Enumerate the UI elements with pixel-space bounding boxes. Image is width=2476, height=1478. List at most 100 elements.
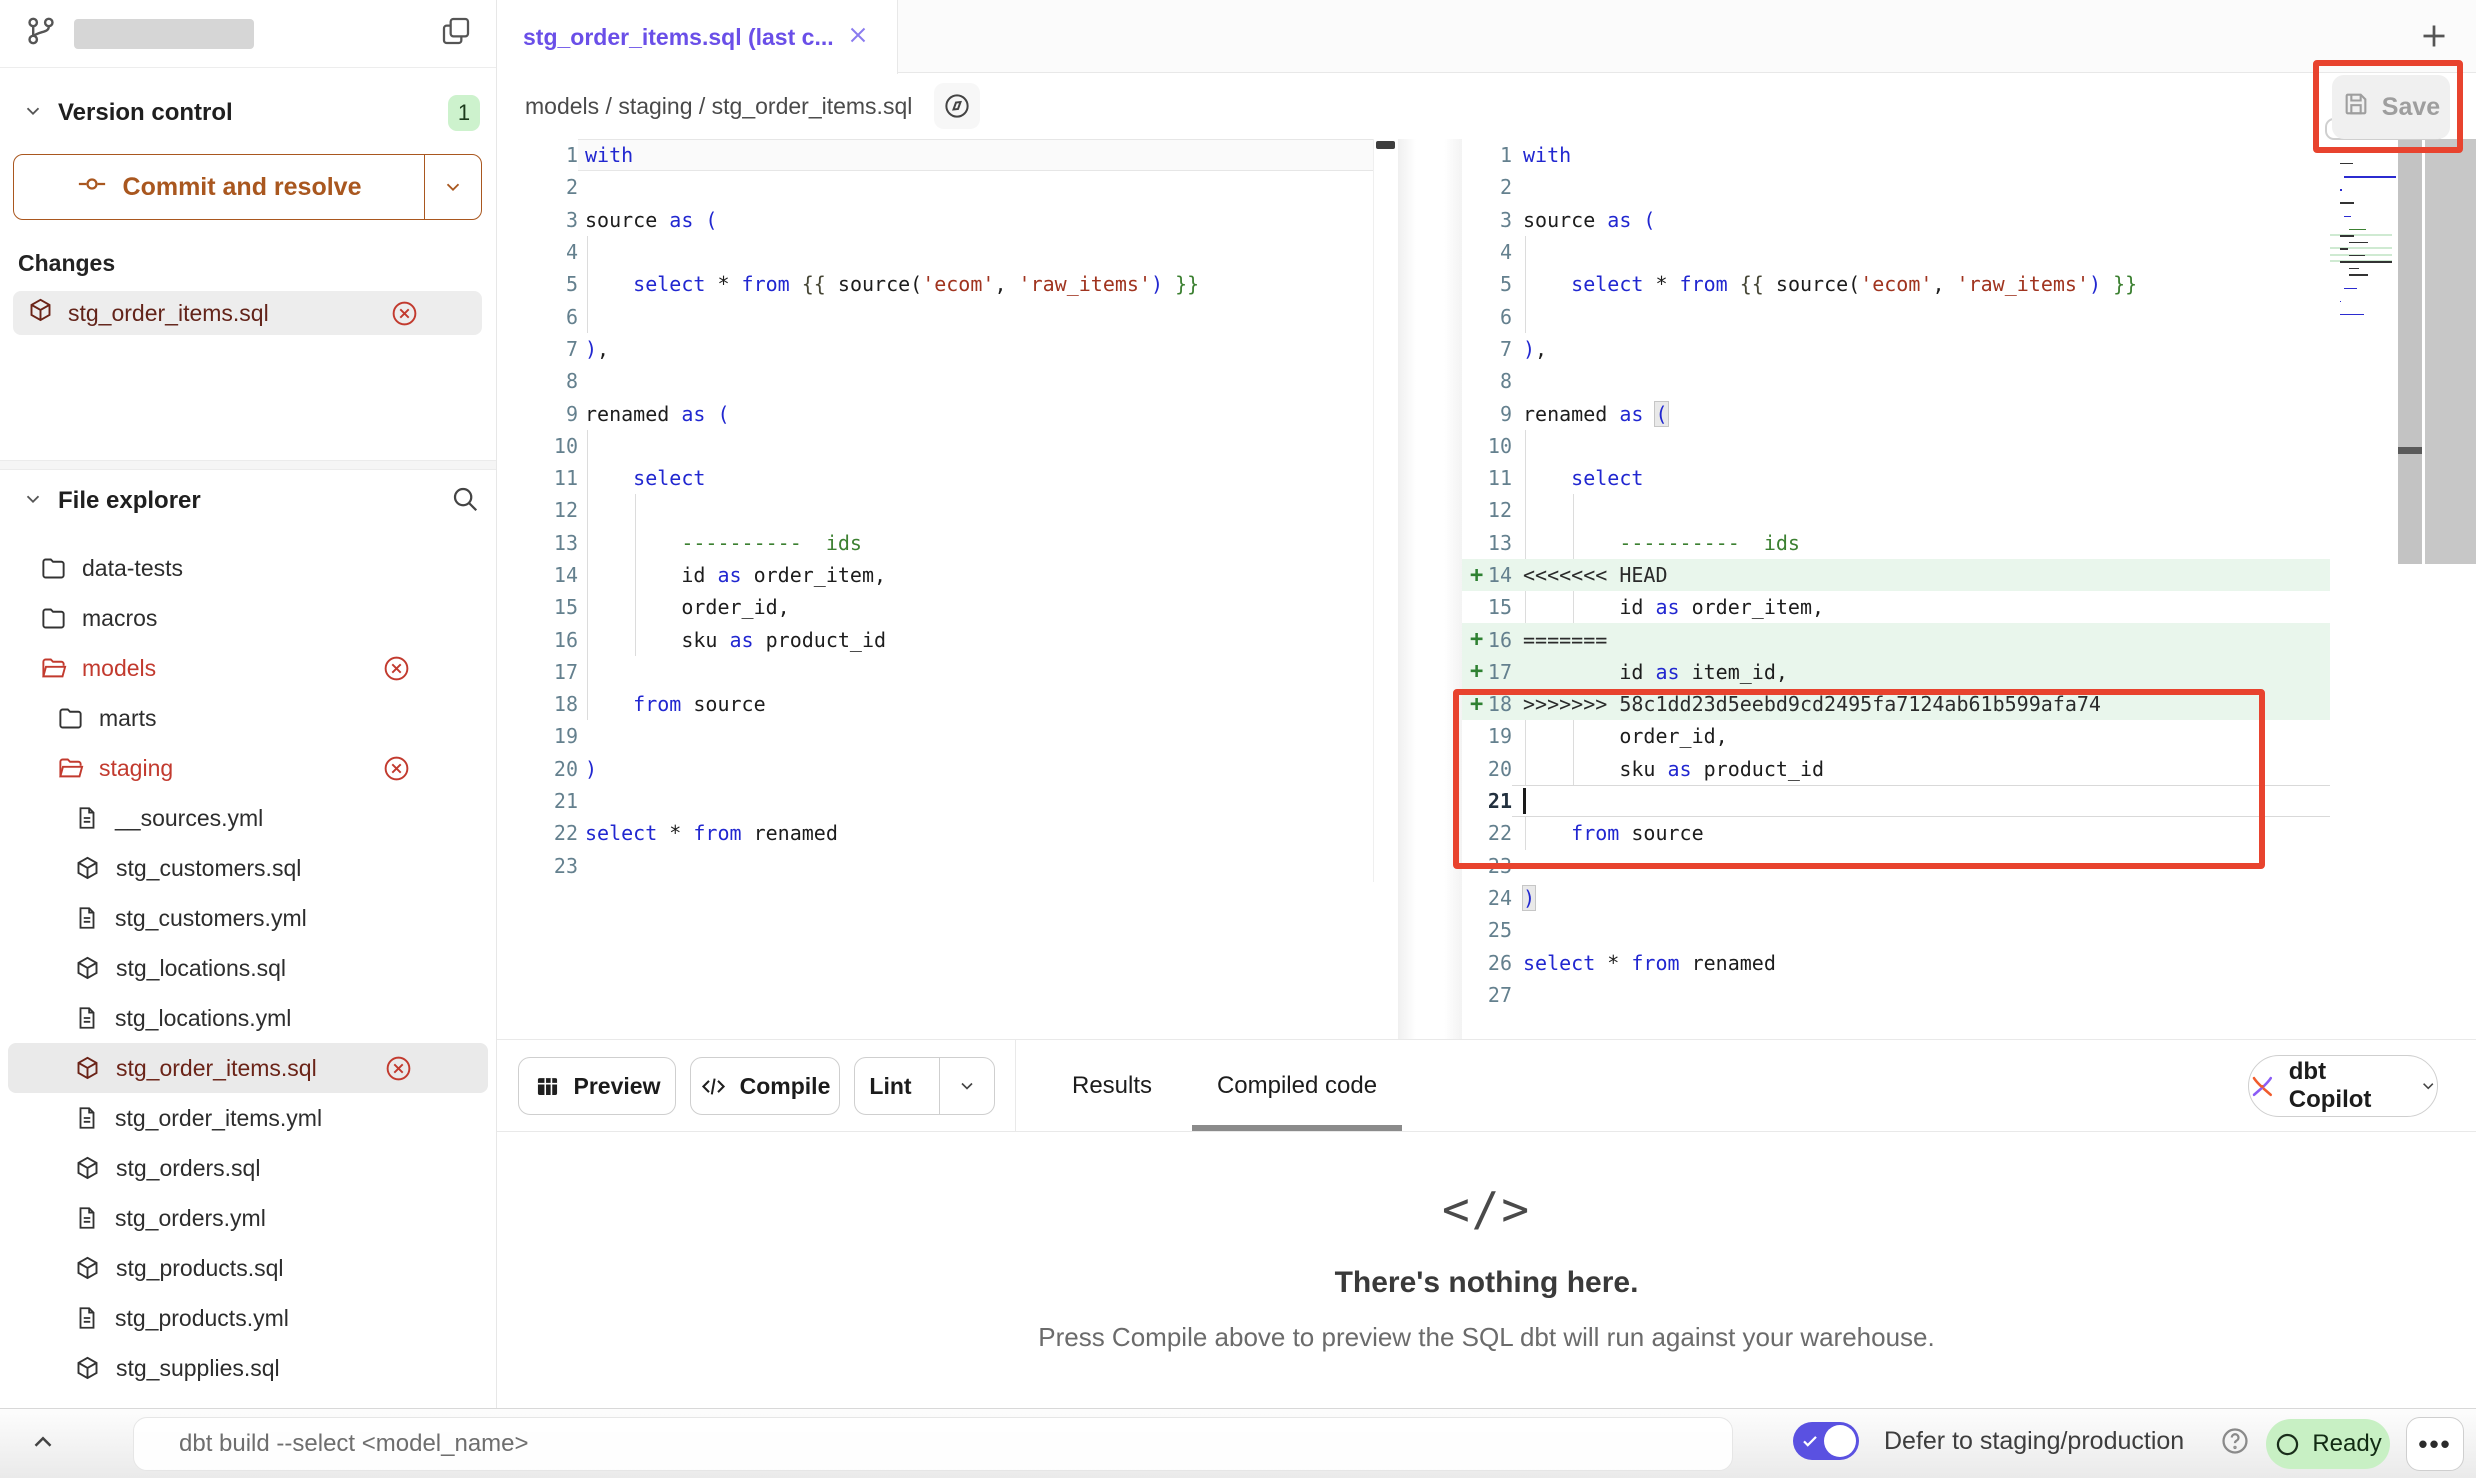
code-line-19[interactable]: 19 order_id, [1462,720,2330,752]
code-line-7[interactable]: 7), [497,333,1373,365]
file-tree-item-stg-customers-sql[interactable]: stg_customers.sql [0,843,496,893]
file-tree-item-stg-order-items-sql[interactable]: stg_order_items.sql [8,1043,488,1093]
code-line-9[interactable]: 9renamed as ( [497,397,1373,429]
file-tree-item-staging[interactable]: staging [0,743,496,793]
scrollbar-thumb[interactable] [1376,141,1395,149]
editor-pane-current[interactable]: 1with23source as (45 select * from {{ so… [1462,139,2330,1011]
code-line-6[interactable]: 6 [1462,300,2330,332]
code-line-21[interactable]: 21 [1462,785,2330,817]
code-line-20[interactable]: 20 sku as product_id [1462,753,2330,785]
code-line-11[interactable]: 11 select [497,462,1373,494]
file-tree-item-macros[interactable]: macros [0,593,496,643]
file-tree-item-stg-orders-yml[interactable]: stg_orders.yml [0,1193,496,1243]
version-control-header[interactable]: Version control 1 [22,90,480,136]
copy-icon[interactable] [440,15,472,52]
dbt-copilot-button[interactable]: dbt Copilot [2248,1055,2438,1117]
tab-stg-order-items[interactable]: stg_order_items.sql (last c... [497,0,898,74]
code-line-18[interactable]: 18 from source [497,688,1373,720]
discard-change-icon[interactable] [384,1054,413,1089]
code-line-13[interactable]: 13 ---------- ids [497,527,1373,559]
code-line-14[interactable]: 14 id as order_item, [497,559,1373,591]
discard-change-icon[interactable] [382,754,411,789]
code-line-3[interactable]: 3source as ( [497,204,1373,236]
minimap[interactable] [2330,139,2395,1039]
file-tree-item-marts[interactable]: marts [0,693,496,743]
code-line-6[interactable]: 6 [497,300,1373,332]
file-tree-item-stg-locations-yml[interactable]: stg_locations.yml [0,993,496,1043]
code-line-10[interactable]: 10 [1462,430,2330,462]
code-line-25[interactable]: 25 [1462,914,2330,946]
file-tree-item-stg-orders-sql[interactable]: stg_orders.sql [0,1143,496,1193]
file-tree-item-stg-customers-yml[interactable]: stg_customers.yml [0,893,496,943]
code-line-15[interactable]: 15 order_id, [497,591,1373,623]
code-line-27[interactable]: 27 [1462,979,2330,1011]
code-line-3[interactable]: 3source as ( [1462,204,2330,236]
file-tree-item--sources-yml[interactable]: __sources.yml [0,793,496,843]
code-line-16[interactable]: +16======= [1462,623,2330,655]
code-line-17[interactable]: +17 id as item_id, [1462,656,2330,688]
code-line-18[interactable]: +18>>>>>>> 58c1dd23d5eebd9cd2495fa7124ab… [1462,688,2330,720]
code-line-7[interactable]: 7), [1462,333,2330,365]
code-line-5[interactable]: 5 select * from {{ source('ecom', 'raw_i… [1462,268,2330,300]
code-line-11[interactable]: 11 select [1462,462,2330,494]
code-line-22[interactable]: 22 from source [1462,817,2330,849]
code-line-23[interactable]: 23 [1462,850,2330,882]
commit-dropdown-button[interactable] [424,155,481,219]
code-line-22[interactable]: 22select * from renamed [497,817,1373,849]
code-line-2[interactable]: 2 [497,171,1373,203]
code-line-26[interactable]: 26select * from renamed [1462,946,2330,978]
code-line-8[interactable]: 8 [497,365,1373,397]
code-line-10[interactable]: 10 [497,430,1373,462]
file-tree-item-stg-products-yml[interactable]: stg_products.yml [0,1293,496,1343]
changed-file-row[interactable]: stg_order_items.sql [13,291,482,335]
code-line-1[interactable]: 1with [497,139,1373,171]
new-tab-icon[interactable] [2416,18,2452,59]
code-line-5[interactable]: 5 select * from {{ source('ecom', 'raw_i… [497,268,1373,300]
defer-toggle[interactable] [1793,1422,1859,1460]
file-tree-item-stg-products-sql[interactable]: stg_products.sql [0,1243,496,1293]
code-line-24[interactable]: 24) [1462,882,2330,914]
connection-status-badge[interactable]: Ready [2266,1419,2390,1469]
code-line-15[interactable]: 15 id as order_item, [1462,591,2330,623]
code-line-21[interactable]: 21 [497,785,1373,817]
discard-change-icon[interactable] [382,654,411,689]
file-tree-item-data-tests[interactable]: data-tests [0,543,496,593]
code-line-4[interactable]: 4 [1462,236,2330,268]
lineage-button[interactable] [934,83,980,129]
file-tree-item-models[interactable]: models [0,643,496,693]
code-line-14[interactable]: +14<<<<<<< HEAD [1462,559,2330,591]
search-icon[interactable] [450,484,480,519]
code-line-8[interactable]: 8 [1462,365,2330,397]
code-line-17[interactable]: 17 [497,656,1373,688]
preview-button[interactable]: Preview [518,1057,676,1115]
window-scrollbar[interactable] [2425,139,2476,564]
git-branch-icon[interactable] [24,14,58,53]
lint-button[interactable]: Lint [854,1057,995,1115]
code-line-9[interactable]: 9renamed as ( [1462,397,2330,429]
code-line-23[interactable]: 23 [497,850,1373,882]
code-line-19[interactable]: 19 [497,720,1373,752]
commit-and-resolve-button[interactable]: Commit and resolve [13,154,482,220]
file-tree-item-stg-order-items-yml[interactable]: stg_order_items.yml [0,1093,496,1143]
tab-results[interactable]: Results [1057,1040,1167,1132]
pane-divider[interactable] [1398,139,1462,1039]
editor-pane-last-commit[interactable]: 1with23source as (45 select * from {{ so… [497,139,1373,882]
dbt-command-input[interactable]: dbt build --select <model_name> [133,1417,1733,1471]
code-line-16[interactable]: 16 sku as product_id [497,623,1373,655]
code-line-2[interactable]: 2 [1462,171,2330,203]
code-line-12[interactable]: 12 [1462,494,2330,526]
editor-scrollbar[interactable] [2398,139,2422,564]
compile-button[interactable]: Compile [690,1057,840,1115]
code-line-1[interactable]: 1with [1462,139,2330,171]
help-icon[interactable] [2219,1425,2251,1462]
discard-change-icon[interactable] [390,299,419,333]
code-line-4[interactable]: 4 [497,236,1373,268]
tab-compiled-code[interactable]: Compiled code [1197,1040,1397,1132]
lint-dropdown-button[interactable] [939,1058,994,1114]
file-tree-item-stg-supplies-sql[interactable]: stg_supplies.sql [0,1343,496,1393]
close-icon[interactable] [845,22,871,53]
left-pane-scrollbar[interactable] [1373,139,1397,882]
chevron-up-icon[interactable] [28,1427,58,1462]
code-line-20[interactable]: 20) [497,753,1373,785]
save-button[interactable]: Save [2332,75,2450,139]
